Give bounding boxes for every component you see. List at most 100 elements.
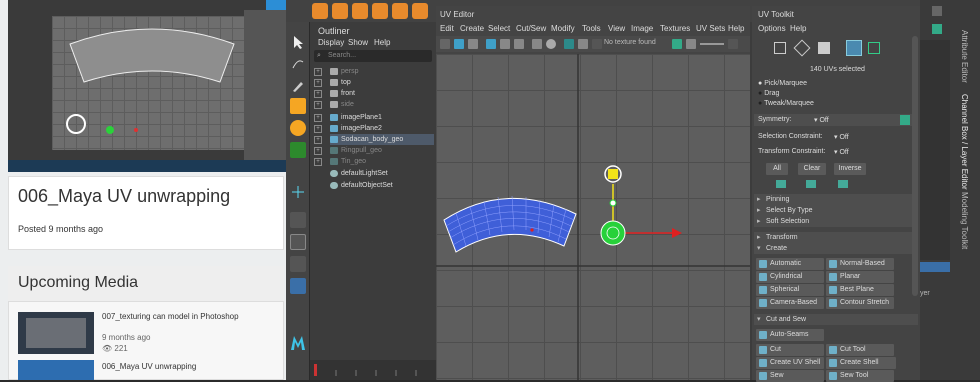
outliner-item-tin[interactable]: Tin_geo bbox=[330, 156, 366, 167]
outliner-item-defaultobjectset[interactable]: defaultObjectSet bbox=[330, 180, 393, 191]
cut-tool-button[interactable]: Cut Tool bbox=[826, 344, 894, 356]
sphere-icon[interactable] bbox=[312, 3, 328, 19]
paint-tool-icon[interactable] bbox=[290, 78, 306, 94]
uv-menu-textures[interactable]: Textures bbox=[660, 24, 690, 33]
uv-checker-icon[interactable] bbox=[564, 39, 574, 49]
uv-manipulator[interactable] bbox=[600, 165, 682, 246]
plane-icon[interactable] bbox=[412, 3, 428, 19]
uv-grid-icon[interactable] bbox=[468, 39, 478, 49]
uv-viewport[interactable] bbox=[436, 54, 750, 380]
layer-row[interactable] bbox=[920, 262, 950, 272]
mode-tweak-marquee[interactable]: ● Tweak/Marquee bbox=[758, 100, 814, 107]
uv-menu-tools[interactable]: Tools bbox=[582, 24, 601, 33]
uv-menu-create[interactable]: Create bbox=[460, 24, 484, 33]
selection-constraint-dropdown[interactable]: ▾ Off bbox=[834, 133, 849, 141]
vertex-mode-icon[interactable] bbox=[774, 42, 786, 54]
outliner-search-input[interactable]: Search... bbox=[314, 50, 432, 62]
section-transform[interactable]: Transform bbox=[754, 232, 918, 243]
panel-icon[interactable] bbox=[932, 24, 942, 34]
media-title-2[interactable]: 006_Maya UV unwrapping bbox=[102, 362, 196, 371]
outliner-item-side[interactable]: side bbox=[330, 99, 354, 110]
post-title[interactable]: 006_Maya UV unwrapping bbox=[18, 186, 230, 207]
select-tool-icon[interactable] bbox=[290, 34, 306, 50]
mode-pick-marquee[interactable]: ● Pick/Marquee bbox=[758, 80, 807, 87]
section-create[interactable]: Create bbox=[754, 243, 918, 254]
uv-gamma-icon[interactable] bbox=[686, 39, 696, 49]
uv-shell-icon[interactable] bbox=[454, 39, 464, 49]
outliner-menu-show[interactable]: Show bbox=[348, 38, 368, 47]
uv-dot-icon[interactable] bbox=[546, 39, 556, 49]
media-title-1[interactable]: 007_texturing can model in Photoshop bbox=[102, 312, 239, 321]
cone-icon[interactable] bbox=[372, 3, 388, 19]
outliner-menu-display[interactable]: Display bbox=[318, 38, 344, 47]
mode-drag[interactable]: ● Drag bbox=[758, 90, 779, 97]
outliner-item-imageplane1[interactable]: imagePlane1 bbox=[330, 112, 382, 123]
outliner-item-top[interactable]: top bbox=[330, 77, 351, 88]
sew-button[interactable]: Sew bbox=[756, 370, 824, 382]
best-plane-button[interactable]: Best Plane bbox=[826, 284, 894, 296]
shell-mode-icon[interactable] bbox=[868, 42, 880, 54]
panel-icon[interactable] bbox=[932, 6, 942, 16]
select-overlap-icon[interactable] bbox=[838, 180, 848, 188]
section-select-by-type[interactable]: Select By Type bbox=[754, 205, 918, 216]
expand-icon[interactable]: + bbox=[314, 158, 322, 166]
transform-constraint-dropdown[interactable]: ▾ Off bbox=[834, 148, 849, 156]
uv-display-icon[interactable] bbox=[532, 39, 542, 49]
uv-menu-image[interactable]: Image bbox=[631, 24, 653, 33]
create-shell-grid-button[interactable]: Create Shell (Grid) bbox=[826, 357, 896, 378]
expand-icon[interactable]: + bbox=[314, 90, 322, 98]
expand-icon[interactable]: + bbox=[314, 125, 322, 133]
cylinder-icon[interactable] bbox=[352, 3, 368, 19]
uv-menu-uvsets[interactable]: UV Sets bbox=[696, 24, 725, 33]
camera-based-button[interactable]: Camera-Based bbox=[756, 297, 824, 309]
scale-tool-icon[interactable] bbox=[290, 142, 306, 158]
rotate-tool-icon[interactable] bbox=[290, 120, 306, 136]
uv-mode-icon[interactable] bbox=[846, 40, 862, 56]
outliner-menu-help[interactable]: Help bbox=[374, 38, 390, 47]
uv-exposure-icon[interactable] bbox=[672, 39, 682, 49]
spherical-button[interactable]: Spherical bbox=[756, 284, 824, 296]
axis-icon[interactable] bbox=[290, 184, 306, 200]
tk-menu-help[interactable]: Help bbox=[790, 24, 806, 33]
torus-icon[interactable] bbox=[392, 3, 408, 19]
outliner-item-persp[interactable]: persp bbox=[330, 66, 359, 77]
uv-menu-help[interactable]: Help bbox=[728, 24, 744, 33]
create-uv-shell-button[interactable]: Create UV Shell bbox=[756, 357, 824, 369]
section-cut-and-sew[interactable]: Cut and Sew bbox=[754, 314, 918, 325]
inverse-button[interactable]: Inverse bbox=[834, 163, 866, 175]
expand-icon[interactable]: + bbox=[314, 79, 322, 87]
video-thumbnail[interactable] bbox=[8, 0, 288, 172]
lasso-tool-icon[interactable] bbox=[290, 56, 306, 72]
expand-icon[interactable]: + bbox=[314, 101, 322, 109]
automatic-button[interactable]: Automatic bbox=[756, 258, 824, 270]
uv-select-icon[interactable] bbox=[440, 39, 450, 49]
sew-tool-button[interactable]: Sew Tool bbox=[826, 370, 894, 382]
uv-wire-icon[interactable] bbox=[500, 39, 510, 49]
layout-uv-icon[interactable] bbox=[290, 278, 306, 294]
section-soft-selection[interactable]: Soft Selection bbox=[754, 216, 918, 227]
uv-frame-icon[interactable] bbox=[486, 39, 496, 49]
symmetry-dropdown[interactable]: ▾ Off bbox=[814, 116, 829, 124]
tk-menu-options[interactable]: Options bbox=[758, 24, 786, 33]
move-tool-icon[interactable] bbox=[290, 98, 306, 114]
symmetry-axis-icon[interactable] bbox=[900, 115, 910, 125]
layout-two-icon[interactable] bbox=[290, 256, 306, 272]
uv-menu-view[interactable]: View bbox=[608, 24, 625, 33]
uv-dim-icon[interactable] bbox=[578, 39, 588, 49]
uv-menu-edit[interactable]: Edit bbox=[440, 24, 454, 33]
select-shell-icon[interactable] bbox=[806, 180, 816, 188]
expand-icon[interactable]: + bbox=[314, 68, 322, 76]
cut-button[interactable]: Cut bbox=[756, 344, 824, 356]
uv-settings-icon[interactable] bbox=[728, 39, 738, 49]
uv-exposure-slider[interactable] bbox=[700, 43, 724, 45]
clear-button[interactable]: Clear bbox=[798, 163, 826, 175]
toolkit-scrollbar[interactable] bbox=[912, 36, 918, 296]
expand-icon[interactable]: + bbox=[314, 114, 322, 122]
face-mode-icon[interactable] bbox=[818, 42, 830, 54]
uv-shell[interactable] bbox=[443, 195, 577, 253]
uv-shade-icon[interactable] bbox=[514, 39, 524, 49]
uv-menu-select[interactable]: Select bbox=[488, 24, 510, 33]
outliner-item-sodacan[interactable]: Sodacan_body_geo bbox=[330, 134, 434, 145]
outliner-item-ringpull[interactable]: Ringpull_geo bbox=[330, 145, 382, 156]
edge-mode-icon[interactable] bbox=[793, 39, 811, 57]
